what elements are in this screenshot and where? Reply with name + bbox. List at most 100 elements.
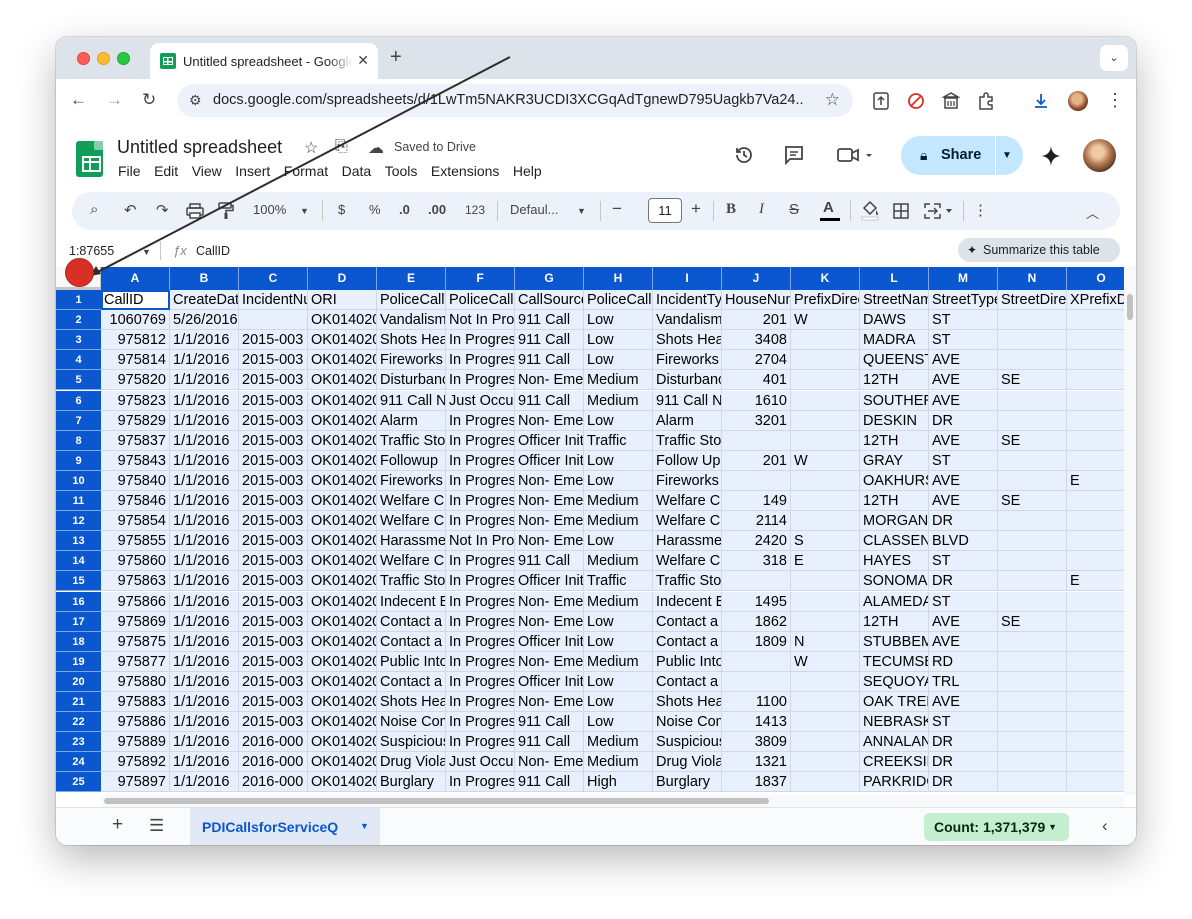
cell-f25[interactable]: In Progress bbox=[446, 772, 515, 793]
cell-g16[interactable]: Non- Emergency bbox=[515, 591, 584, 612]
cell-e1[interactable]: PoliceCallType bbox=[377, 290, 446, 310]
cell-o8[interactable] bbox=[1067, 430, 1124, 451]
cell-h4[interactable]: Low bbox=[584, 350, 653, 371]
cell-i14[interactable]: Welfare Check bbox=[653, 551, 722, 572]
cell-l18[interactable]: STUBBEMAN bbox=[860, 631, 929, 652]
cell-b24[interactable]: 1/1/2016 bbox=[170, 752, 239, 773]
row-header[interactable]: 11 bbox=[56, 491, 101, 511]
close-window-button[interactable] bbox=[77, 52, 90, 65]
cell-h18[interactable]: Low bbox=[584, 631, 653, 652]
cell-i10[interactable]: Fireworks bbox=[653, 470, 722, 491]
account-avatar[interactable] bbox=[1083, 139, 1116, 172]
cell-k15[interactable] bbox=[791, 571, 860, 592]
menu-help[interactable]: Help bbox=[513, 163, 542, 179]
cell-d22[interactable]: OK014020 bbox=[308, 712, 377, 733]
cell-l21[interactable]: OAK TREE bbox=[860, 692, 929, 712]
cell-k9[interactable]: W bbox=[791, 450, 860, 471]
cell-n12[interactable] bbox=[998, 511, 1067, 532]
cell-f2[interactable]: Not In Progress bbox=[446, 310, 515, 331]
cell-c8[interactable]: 2015-003 bbox=[239, 430, 308, 451]
cell-d7[interactable]: OK014020 bbox=[308, 410, 377, 431]
cell-n7[interactable] bbox=[998, 410, 1067, 431]
italic-icon[interactable]: I bbox=[759, 201, 764, 218]
sheet-tab-dropdown-icon[interactable]: ▼ bbox=[360, 821, 369, 831]
cell-i3[interactable]: Shots Heard bbox=[653, 330, 722, 351]
font-select[interactable]: Defaul... bbox=[510, 202, 558, 217]
cell-i8[interactable]: Traffic Stop bbox=[653, 430, 722, 451]
cell-c9[interactable]: 2015-003 bbox=[239, 450, 308, 471]
cell-h22[interactable]: Low bbox=[584, 712, 653, 733]
column-header-j[interactable]: J bbox=[722, 267, 791, 290]
cell-g1[interactable]: CallSource bbox=[515, 290, 584, 310]
cell-b22[interactable]: 1/1/2016 bbox=[170, 712, 239, 733]
cell-i6[interactable]: 911 Call No Voice bbox=[653, 390, 722, 411]
cell-j15[interactable] bbox=[722, 571, 791, 592]
cell-o19[interactable] bbox=[1067, 651, 1124, 672]
cell-d17[interactable]: OK014020 bbox=[308, 611, 377, 632]
cell-k14[interactable]: E bbox=[791, 551, 860, 572]
cell-n20[interactable] bbox=[998, 671, 1067, 692]
strikethrough-icon[interactable]: S bbox=[789, 201, 799, 218]
cell-g7[interactable]: Non- Emergency bbox=[515, 410, 584, 431]
cell-l6[interactable]: SOUTHERN bbox=[860, 390, 929, 411]
cell-l3[interactable]: MADRA bbox=[860, 330, 929, 351]
cell-m23[interactable]: DR bbox=[929, 732, 998, 753]
row-header[interactable]: 19 bbox=[56, 651, 101, 672]
cell-c23[interactable]: 2016-000 bbox=[239, 732, 308, 753]
cell-h9[interactable]: Low bbox=[584, 450, 653, 471]
cell-h21[interactable]: Low bbox=[584, 692, 653, 712]
decrease-decimal-button[interactable]: .0 bbox=[399, 202, 410, 217]
cell-b25[interactable]: 1/1/2016 bbox=[170, 772, 239, 793]
cell-d20[interactable]: OK014020 bbox=[308, 671, 377, 692]
cell-g17[interactable]: Non- Emergency bbox=[515, 611, 584, 632]
merge-cells-icon[interactable] bbox=[924, 203, 954, 219]
cell-g2[interactable]: 911 Call bbox=[515, 310, 584, 331]
zoom-window-button[interactable] bbox=[117, 52, 130, 65]
name-box-dropdown-icon[interactable]: ▼ bbox=[142, 247, 151, 257]
column-header-l[interactable]: L bbox=[860, 267, 929, 290]
cell-j19[interactable] bbox=[722, 651, 791, 672]
cell-c19[interactable]: 2015-003 bbox=[239, 651, 308, 672]
cell-h14[interactable]: Medium bbox=[584, 551, 653, 572]
cell-a7[interactable]: 975829 bbox=[101, 410, 170, 431]
cell-e25[interactable]: Burglary bbox=[377, 772, 446, 793]
cell-m19[interactable]: RD bbox=[929, 651, 998, 672]
column-header-b[interactable]: B bbox=[170, 267, 239, 290]
bookmark-star-icon[interactable]: ☆ bbox=[825, 90, 840, 110]
cell-a21[interactable]: 975883 bbox=[101, 692, 170, 712]
cell-n14[interactable] bbox=[998, 551, 1067, 572]
cell-n23[interactable] bbox=[998, 732, 1067, 753]
cell-n19[interactable] bbox=[998, 651, 1067, 672]
cell-a23[interactable]: 975889 bbox=[101, 732, 170, 753]
row-header[interactable]: 8 bbox=[56, 430, 101, 451]
cell-f19[interactable]: In Progress bbox=[446, 651, 515, 672]
cell-n25[interactable] bbox=[998, 772, 1067, 793]
cell-g19[interactable]: Non- Emergency bbox=[515, 651, 584, 672]
cell-h24[interactable]: Medium bbox=[584, 752, 653, 773]
cell-i4[interactable]: Fireworks bbox=[653, 350, 722, 371]
name-box[interactable]: 1:87655 bbox=[69, 244, 114, 258]
meet-video-icon[interactable] bbox=[836, 145, 876, 165]
cell-e22[interactable]: Noise Complaint bbox=[377, 712, 446, 733]
cell-l20[interactable]: SEQUOYAH bbox=[860, 671, 929, 692]
cell-g9[interactable]: Officer Initiated bbox=[515, 450, 584, 471]
cell-f6[interactable]: Just Occurred bbox=[446, 390, 515, 411]
extension-block-icon[interactable] bbox=[907, 92, 925, 110]
cell-d9[interactable]: OK014020 bbox=[308, 450, 377, 471]
cell-g23[interactable]: 911 Call bbox=[515, 732, 584, 753]
column-header-f[interactable]: F bbox=[446, 267, 515, 290]
cell-o5[interactable] bbox=[1067, 370, 1124, 391]
cell-f22[interactable]: In Progress bbox=[446, 712, 515, 733]
star-icon[interactable]: ☆ bbox=[304, 138, 318, 158]
row-header[interactable]: 18 bbox=[56, 631, 101, 652]
cell-l17[interactable]: 12TH bbox=[860, 611, 929, 632]
cell-l10[interactable]: OAKHURST bbox=[860, 470, 929, 491]
row-header[interactable]: 17 bbox=[56, 611, 101, 632]
download-icon[interactable] bbox=[1032, 92, 1050, 110]
paint-format-icon[interactable] bbox=[218, 202, 234, 220]
cell-m3[interactable]: ST bbox=[929, 330, 998, 351]
cell-a11[interactable]: 975846 bbox=[101, 491, 170, 511]
cell-c18[interactable]: 2015-003 bbox=[239, 631, 308, 652]
cell-l5[interactable]: 12TH bbox=[860, 370, 929, 391]
comments-icon[interactable] bbox=[783, 144, 805, 166]
